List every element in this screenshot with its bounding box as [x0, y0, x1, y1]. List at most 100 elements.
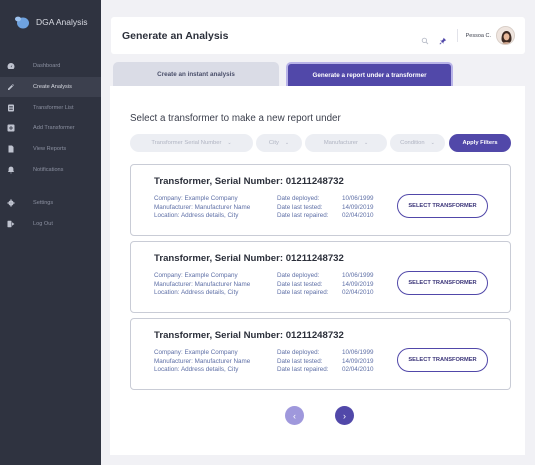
sidebar-item-label: Settings — [33, 199, 54, 206]
chevron-down-icon: ⌄ — [363, 140, 369, 146]
deployed-label: Date deployed: — [277, 272, 320, 279]
list-icon — [7, 104, 15, 112]
gear-icon — [7, 199, 15, 207]
user-name[interactable]: Pessoa C. — [466, 33, 491, 39]
sidebar-item-log-out[interactable]: Log Out — [0, 214, 101, 234]
company: Company: Example Company — [154, 272, 238, 279]
filter-label: Transformer Serial Number — [151, 140, 222, 146]
sidebar-item-settings[interactable]: Settings — [0, 193, 101, 213]
card-title: Transformer, Serial Number: 01211248732 — [154, 330, 344, 341]
filter-city[interactable]: City ⌄ — [256, 134, 302, 152]
filter-label: City — [268, 140, 279, 146]
plus-square-icon — [7, 124, 15, 132]
prev-page-button[interactable]: ‹ — [285, 406, 304, 425]
tested-label: Date last tested: — [277, 280, 323, 288]
deployed-label: Date deployed: — [277, 195, 320, 202]
transformer-card: Transformer, Serial Number: 01211248732 … — [130, 241, 511, 313]
header-bar: Generate an Analysis Pessoa C. — [111, 17, 525, 54]
manufacturer: Manufacturer: Manufacturer Name — [154, 203, 251, 211]
sidebar-item-notifications[interactable]: Notifications — [0, 160, 101, 180]
next-page-button[interactable]: › — [335, 406, 354, 425]
tested-label: Date last tested: — [277, 357, 323, 365]
sidebar-item-label: Create Analysis — [33, 83, 72, 90]
bell-icon — [7, 166, 15, 174]
location: Location: Address details, City — [154, 212, 239, 219]
section-title: Select a transformer to make a new repor… — [130, 113, 341, 124]
filter-label: Condition — [400, 140, 425, 146]
date-tested: 14/09/2019 — [342, 203, 374, 211]
main-panel: Select a transformer to make a new repor… — [110, 86, 525, 455]
select-transformer-button[interactable]: SELECT TRANSFORMER — [397, 348, 488, 372]
date-tested: 14/09/2019 — [342, 280, 374, 288]
select-transformer-button[interactable]: SELECT TRANSFORMER — [397, 271, 488, 295]
sidebar-item-view-reports[interactable]: View Reports — [0, 139, 101, 159]
manufacturer: Manufacturer: Manufacturer Name — [154, 280, 251, 288]
apply-filters-button[interactable]: Apply Filters — [449, 134, 511, 152]
date-values: 10/06/1999 14/09/2019 02/04/2010 — [342, 195, 374, 221]
card-details: Company: Example Company Manufacturer: M… — [154, 272, 250, 298]
page-title: Generate an Analysis — [122, 29, 229, 42]
filter-manufacturer[interactable]: Manufacturer ⌄ — [305, 134, 387, 152]
manufacturer: Manufacturer: Manufacturer Name — [154, 357, 251, 365]
date-tested: 14/09/2019 — [342, 357, 374, 365]
header-divider — [456, 29, 458, 42]
date-repaired: 02/04/2010 — [342, 212, 374, 219]
tab-instant-analysis[interactable]: Create an instant analysis — [113, 62, 279, 86]
sidebar: DGA Analysis Dashboard Create Analysis T… — [0, 0, 101, 465]
date-labels: Date deployed: Date last tested: Date la… — [277, 349, 328, 375]
date-values: 10/06/1999 14/09/2019 02/04/2010 — [342, 272, 374, 298]
sidebar-item-label: Add Transformer — [33, 125, 75, 132]
logo-icon — [14, 15, 30, 29]
search-icon[interactable] — [421, 32, 429, 44]
select-transformer-button[interactable]: SELECT TRANSFORMER — [397, 194, 488, 218]
chevron-right-icon: › — [343, 410, 346, 421]
pin-icon[interactable] — [439, 32, 447, 44]
app-name: DGA Analysis — [36, 17, 88, 27]
deployed-label: Date deployed: — [277, 349, 320, 356]
pencil-icon — [7, 83, 15, 91]
repaired-label: Date last repaired: — [277, 289, 329, 296]
sidebar-item-label: Log Out — [33, 220, 53, 227]
date-labels: Date deployed: Date last tested: Date la… — [277, 195, 328, 221]
date-values: 10/06/1999 14/09/2019 02/04/2010 — [342, 349, 374, 375]
filter-label: Manufacturer — [323, 140, 358, 146]
tab-report-under-transformer[interactable]: Generate a report under a transformer — [286, 62, 453, 86]
chevron-down-icon: ⌄ — [284, 140, 290, 146]
tested-label: Date last tested: — [277, 203, 323, 211]
card-details: Company: Example Company Manufacturer: M… — [154, 195, 250, 221]
brand[interactable]: DGA Analysis — [0, 0, 101, 44]
logout-icon — [7, 220, 15, 228]
repaired-label: Date last repaired: — [277, 212, 329, 219]
gauge-icon — [7, 62, 15, 70]
document-icon — [7, 145, 15, 153]
date-deployed: 10/06/1999 — [342, 195, 374, 202]
date-labels: Date deployed: Date last tested: Date la… — [277, 272, 328, 298]
chevron-down-icon: ⌄ — [227, 140, 232, 146]
date-deployed: 10/06/1999 — [342, 349, 374, 356]
sidebar-nav: Dashboard Create Analysis Transformer Li… — [0, 56, 101, 234]
sidebar-item-label: Dashboard — [33, 63, 61, 69]
transformer-card: Transformer, Serial Number: 01211248732 … — [130, 318, 511, 390]
location: Location: Address details, City — [154, 366, 239, 373]
card-details: Company: Example Company Manufacturer: M… — [154, 349, 250, 375]
sidebar-item-label: Notifications — [33, 166, 64, 173]
sidebar-item-create-analysis[interactable]: Create Analysis — [0, 76, 101, 97]
avatar[interactable] — [496, 26, 515, 45]
header-tools: Pessoa C. — [421, 17, 515, 54]
sidebar-item-add-transformer[interactable]: Add Transformer — [0, 118, 101, 138]
chevron-left-icon: ‹ — [293, 410, 296, 421]
filter-condition[interactable]: Condition ⌄ — [390, 134, 445, 152]
location: Location: Address details, City — [154, 289, 239, 296]
sidebar-item-label: Transformer List — [33, 104, 74, 111]
chevron-down-icon: ⌄ — [430, 140, 435, 146]
company: Company: Example Company — [154, 195, 238, 202]
filter-serial-number[interactable]: Transformer Serial Number ⌄ — [130, 134, 253, 152]
sidebar-item-dashboard[interactable]: Dashboard — [0, 56, 101, 76]
company: Company: Example Company — [154, 349, 238, 356]
sidebar-item-transformer-list[interactable]: Transformer List — [0, 98, 101, 118]
transformer-card: Transformer, Serial Number: 01211248732 … — [130, 164, 511, 236]
date-repaired: 02/04/2010 — [342, 289, 374, 296]
date-deployed: 10/06/1999 — [342, 272, 374, 279]
date-repaired: 02/04/2010 — [342, 366, 374, 373]
